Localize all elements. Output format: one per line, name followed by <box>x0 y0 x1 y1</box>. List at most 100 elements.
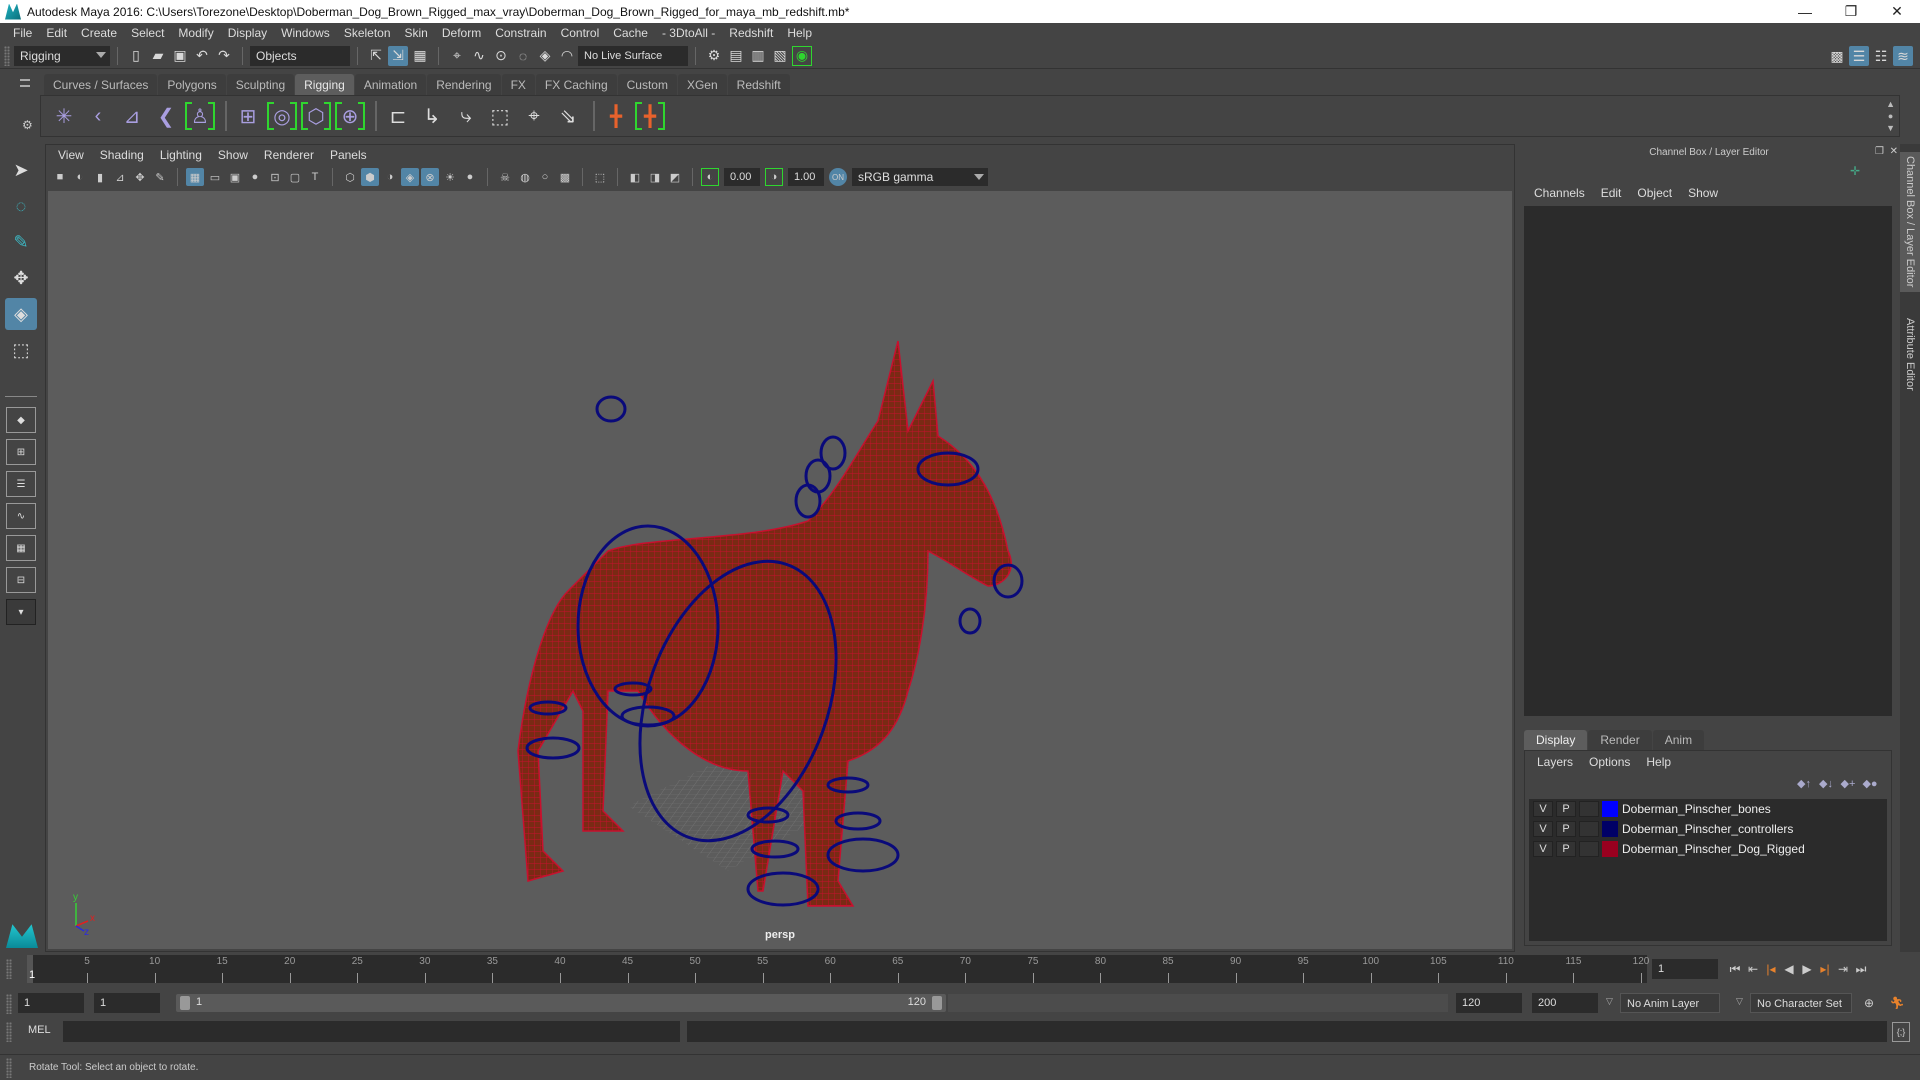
image-plane-icon[interactable]: ⊿ <box>111 168 129 186</box>
four-view-layout-icon[interactable]: ⊞ <box>6 439 36 465</box>
visibility-toggle[interactable]: V <box>1533 821 1553 837</box>
paint-weights-icon[interactable]: ⊞ <box>233 100 263 132</box>
scale-tool-icon[interactable]: ⬚ <box>5 334 37 366</box>
xray-icon[interactable]: ◧ <box>626 168 644 186</box>
layer-row[interactable]: V P Doberman_Pinscher_controllers <box>1529 819 1887 839</box>
playback-toggle[interactable]: P <box>1556 821 1576 837</box>
redo-icon[interactable]: ↷ <box>214 46 234 66</box>
shelf-tab-sculpting[interactable]: Sculpting <box>226 74 295 95</box>
ik-handle-icon[interactable]: ❮ <box>151 100 181 132</box>
shelf-scroll[interactable]: ▲ ● ▼ <box>1886 98 1895 134</box>
open-scene-icon[interactable]: ▰ <box>148 46 168 66</box>
shelf-settings-gear-icon[interactable]: ⚙ <box>22 118 33 132</box>
snap-point-icon[interactable]: ⊙ <box>491 46 511 66</box>
cluster-icon[interactable]: ⊕ <box>335 100 365 132</box>
bookmark-icon[interactable]: ▮ <box>91 168 109 186</box>
step-back-frame-icon[interactable]: |◂ <box>1762 960 1780 978</box>
snap-vertex-icon[interactable]: ◠ <box>557 46 577 66</box>
animation-start-field[interactable]: 1 <box>18 993 84 1013</box>
layer-row[interactable]: V P Doberman_Pinscher_bones <box>1529 799 1887 819</box>
tool-settings-icon[interactable]: ☷ <box>1871 46 1891 66</box>
selection-mode-dropdown[interactable]: Objects <box>250 45 350 66</box>
manipulator-icon[interactable]: ✛ <box>1850 164 1860 178</box>
layer-color-swatch[interactable] <box>1602 841 1618 857</box>
parent-constraint-icon[interactable]: ⊏ <box>383 100 413 132</box>
le-tab-display[interactable]: Display <box>1524 730 1588 750</box>
field-chart-icon[interactable]: ⊡ <box>266 168 284 186</box>
resolution-gate-icon[interactable]: ▣ <box>226 168 244 186</box>
multisample-aa-icon[interactable]: ○ <box>536 168 554 186</box>
exposure-icon[interactable]: ◐ <box>701 168 719 186</box>
range-slider-bar[interactable]: 1 120 <box>176 994 946 1012</box>
menu-select[interactable]: Select <box>124 26 171 40</box>
le-menu-options[interactable]: Options <box>1581 755 1638 769</box>
go-to-end-icon[interactable]: ⏭ <box>1852 960 1870 978</box>
vp-menu-renderer[interactable]: Renderer <box>256 148 322 162</box>
le-tab-render[interactable]: Render <box>1588 730 1652 750</box>
move-layer-up-icon[interactable]: ◆↑ <box>1793 777 1815 790</box>
move-layer-down-icon[interactable]: ◆↓ <box>1815 777 1837 790</box>
xray-joints-icon[interactable]: ◨ <box>646 168 664 186</box>
lattice-icon[interactable]: ⬡ <box>301 100 331 132</box>
depth-of-field-icon[interactable]: ▩ <box>556 168 574 186</box>
command-input[interactable] <box>63 1021 680 1042</box>
menu-cache[interactable]: Cache <box>606 26 655 40</box>
shelf-tab-animation[interactable]: Animation <box>354 74 427 95</box>
side-tab-attribute-editor[interactable]: Attribute Editor <box>1900 304 1920 404</box>
shadows-icon[interactable]: ● <box>461 168 479 186</box>
safe-title-icon[interactable]: T <box>306 168 324 186</box>
vp-menu-panels[interactable]: Panels <box>322 148 375 162</box>
snap-grid-icon[interactable]: ⌖ <box>447 46 467 66</box>
modeling-toolkit-icon[interactable]: ▩ <box>1827 46 1847 66</box>
single-perspective-layout-icon[interactable]: ◆ <box>6 407 36 433</box>
visibility-toggle[interactable]: V <box>1533 841 1553 857</box>
menu-deform[interactable]: Deform <box>435 26 488 40</box>
attribute-editor-icon[interactable]: ☰ <box>1849 46 1869 66</box>
film-gate-icon[interactable]: ▭ <box>206 168 224 186</box>
new-layer-icon[interactable]: ◆+ <box>1837 777 1859 790</box>
restore-button[interactable]: ❐ <box>1828 0 1874 23</box>
play-backwards-icon[interactable]: ◀ <box>1780 960 1798 978</box>
anim-layer-dropdown-arrow-icon[interactable]: ▽ <box>1606 996 1613 1007</box>
layer-color-swatch[interactable] <box>1602 801 1618 817</box>
close-panel-icon[interactable]: ✕ <box>1890 146 1898 157</box>
shelf-tab-xgen[interactable]: XGen <box>677 74 727 95</box>
playback-start-field[interactable]: 1 <box>94 993 160 1013</box>
smooth-shade-icon[interactable]: ⬢ <box>361 168 379 186</box>
render-settings-icon[interactable]: ⚙ <box>704 46 724 66</box>
time-slider-track[interactable]: 5 10 15 20 25 30 35 40 45 50 55 60 65 70 75 80 85 90 95 100… <box>27 955 1649 983</box>
wireframe-icon[interactable]: ⬡ <box>341 168 359 186</box>
smooth-bind-icon[interactable]: ◎ <box>267 100 297 132</box>
grip-handle[interactable] <box>6 994 12 1014</box>
float-panel-icon[interactable]: ❐ <box>1875 146 1884 157</box>
range-end-handle[interactable] <box>932 996 942 1010</box>
motion-blur-icon[interactable]: ◍ <box>516 168 534 186</box>
gamma-icon[interactable]: ◑ <box>765 168 783 186</box>
aim-constraint-icon[interactable]: ⌖ <box>519 100 549 132</box>
menu-windows[interactable]: Windows <box>274 26 337 40</box>
menu-edit[interactable]: Edit <box>39 26 74 40</box>
gamma-field[interactable]: 1.00 <box>788 168 824 186</box>
persp-graph-hypergraph-icon[interactable]: ⊟ <box>6 567 36 593</box>
snap-view-plane-icon[interactable]: ◌ <box>513 46 533 66</box>
cb-menu-object[interactable]: Object <box>1629 186 1680 200</box>
menu-skeleton[interactable]: Skeleton <box>337 26 398 40</box>
select-object-icon[interactable]: ⇲ <box>388 45 408 66</box>
shelf-tab-curves-surfaces[interactable]: Curves / Surfaces <box>44 74 158 95</box>
menu-help[interactable]: Help <box>780 26 819 40</box>
layout-dropdown-icon[interactable]: ▾ <box>6 599 36 625</box>
layer-row[interactable]: V P Doberman_Pinscher_Dog_Rigged <box>1529 839 1887 859</box>
script-editor-icon[interactable]: {;} <box>1892 1022 1910 1042</box>
display-type-toggle[interactable] <box>1579 841 1599 857</box>
render-globals-icon[interactable]: ▧ <box>770 46 790 66</box>
playback-toggle[interactable]: P <box>1556 801 1576 817</box>
menu-create[interactable]: Create <box>74 26 124 40</box>
grip-handle[interactable] <box>6 1022 12 1042</box>
xray-active-icon[interactable]: ◩ <box>666 168 684 186</box>
isolate-select-icon[interactable]: ⬚ <box>591 168 609 186</box>
menuset-dropdown[interactable]: Rigging <box>14 45 110 66</box>
hypershade-layout-icon[interactable]: ▦ <box>6 535 36 561</box>
menu-redshift[interactable]: Redshift <box>722 26 780 40</box>
grease-pencil-icon[interactable]: ✎ <box>151 168 169 186</box>
orient-constraint-icon[interactable]: ⤷ <box>451 100 481 132</box>
